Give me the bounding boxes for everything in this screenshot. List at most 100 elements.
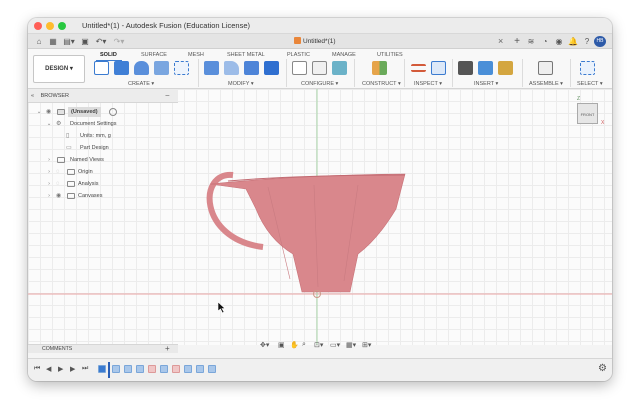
- measure-icon[interactable]: [411, 64, 426, 72]
- redo-icon[interactable]: ↷▾: [112, 36, 126, 47]
- visibility-eye-icon[interactable]: ◌: [56, 167, 64, 177]
- activate-radio-icon[interactable]: [109, 108, 117, 116]
- timeline-feature[interactable]: [208, 365, 216, 373]
- timeline-last-button[interactable]: ⏭: [82, 365, 88, 373]
- select-icon[interactable]: [580, 61, 595, 75]
- interference-icon[interactable]: [431, 61, 446, 75]
- tab-plastic[interactable]: PLASTIC: [287, 52, 310, 58]
- browser-collapse-button[interactable]: −: [165, 89, 170, 103]
- revolve-icon[interactable]: [134, 61, 149, 75]
- extrude-icon[interactable]: [114, 61, 129, 75]
- user-avatar[interactable]: HB: [594, 36, 606, 47]
- view-cube-front-face[interactable]: FRONT: [577, 103, 598, 124]
- fillet-icon[interactable]: [224, 61, 239, 75]
- timeline-next-button[interactable]: ▶: [70, 365, 75, 373]
- expand-arrow-icon[interactable]: ›: [46, 179, 52, 189]
- group-insert[interactable]: INSERT ▾: [474, 81, 498, 87]
- close-tab-icon[interactable]: ×: [498, 34, 503, 49]
- timeline-feature[interactable]: [136, 365, 144, 373]
- extensions-icon[interactable]: ≋: [526, 36, 536, 47]
- notifications-icon[interactable]: 🔔: [568, 36, 578, 47]
- timeline-settings-gear-icon[interactable]: ⚙: [598, 363, 607, 374]
- group-assemble[interactable]: ASSEMBLE ▾: [529, 81, 563, 87]
- collapse-arrow-icon[interactable]: ⌄: [36, 107, 42, 117]
- sweep-icon[interactable]: [154, 61, 169, 75]
- configure-theme-icon[interactable]: [332, 61, 347, 75]
- file-menu-icon[interactable]: ▤▾: [62, 36, 76, 47]
- tab-solid[interactable]: SOLID: [100, 52, 117, 58]
- minimize-window-button[interactable]: [46, 22, 54, 30]
- offset-plane-icon[interactable]: [372, 61, 387, 75]
- timeline-feature[interactable]: [184, 365, 192, 373]
- tab-sheet-metal[interactable]: SHEET METAL: [227, 52, 265, 58]
- help-icon[interactable]: ?: [582, 36, 592, 47]
- group-select[interactable]: SELECT ▾: [577, 81, 603, 87]
- timeline-feature[interactable]: [112, 365, 120, 373]
- browser-menu-icon[interactable]: «: [31, 93, 34, 99]
- timeline-previous-button[interactable]: ◀: [46, 365, 51, 373]
- timeline-feature[interactable]: [172, 365, 180, 373]
- viewports-icon[interactable]: ⊞▾: [362, 341, 371, 349]
- configure-table-icon[interactable]: [292, 61, 307, 75]
- save-icon[interactable]: ▣: [80, 36, 90, 47]
- units-icon: ▯: [66, 133, 70, 139]
- tab-manage[interactable]: MANAGE: [332, 52, 356, 58]
- job-status-icon[interactable]: ◔: [540, 36, 550, 47]
- group-inspect[interactable]: INSPECT ▾: [414, 81, 442, 87]
- add-comment-button[interactable]: +: [165, 344, 170, 353]
- group-configure[interactable]: CONFIGURE ▾: [301, 81, 338, 87]
- pan-icon[interactable]: ✋: [290, 341, 299, 349]
- grid-apps-icon[interactable]: ▦: [48, 36, 58, 47]
- timeline-feature[interactable]: [160, 365, 168, 373]
- timeline-feature[interactable]: [124, 365, 132, 373]
- comments-panel: COMMENTS +: [28, 344, 178, 353]
- timeline-feature[interactable]: [196, 365, 204, 373]
- zoom-window-button[interactable]: [58, 22, 66, 30]
- fit-icon[interactable]: ⊡▾: [314, 341, 323, 349]
- collapse-arrow-icon[interactable]: ⌄: [46, 119, 52, 129]
- insert-canvas-icon[interactable]: [478, 61, 493, 75]
- display-settings-icon[interactable]: ▭▾: [330, 341, 340, 349]
- combine-icon[interactable]: [264, 61, 279, 75]
- tab-surface[interactable]: SURFACE: [141, 52, 167, 58]
- new-component-icon[interactable]: [538, 61, 553, 75]
- title-bar: Untitled*(1) - Autodesk Fusion (Educatio…: [28, 18, 612, 34]
- press-pull-icon[interactable]: [204, 61, 219, 75]
- insert-mcmaster-icon[interactable]: [498, 61, 513, 75]
- orbit-icon[interactable]: ✥▾: [260, 341, 269, 349]
- timeline-feature[interactable]: [98, 365, 106, 373]
- document-tab[interactable]: Untitled*(1) ×: [258, 34, 508, 49]
- group-modify[interactable]: MODIFY ▾: [228, 81, 254, 87]
- close-window-button[interactable]: [34, 22, 42, 30]
- expand-arrow-icon[interactable]: ›: [46, 191, 52, 201]
- tab-utilities[interactable]: UTILITIES: [377, 52, 403, 58]
- group-create[interactable]: CREATE ▾: [128, 81, 154, 87]
- timeline-first-button[interactable]: ⏮: [34, 365, 40, 373]
- shell-icon[interactable]: [244, 61, 259, 75]
- create-sketch-icon[interactable]: [94, 61, 109, 75]
- workspace-switcher[interactable]: DESIGN ▾: [33, 55, 85, 83]
- configure-rules-icon[interactable]: [312, 61, 327, 75]
- zoom-icon[interactable]: ⌕: [302, 341, 306, 349]
- timeline-feature[interactable]: [148, 365, 156, 373]
- visibility-eye-icon[interactable]: ◉: [46, 107, 54, 117]
- group-construct[interactable]: CONSTRUCT ▾: [362, 81, 401, 87]
- undo-icon[interactable]: ↶▾: [94, 36, 108, 47]
- tree-item-label: Canvases: [78, 193, 103, 199]
- tab-mesh[interactable]: MESH: [188, 52, 204, 58]
- visibility-eye-icon[interactable]: ◌: [56, 179, 64, 189]
- online-status-icon[interactable]: ◉: [554, 36, 564, 47]
- browser-title: BROWSER: [40, 93, 70, 99]
- look-at-icon[interactable]: ▣: [278, 341, 285, 349]
- view-cube[interactable]: Z FRONT X: [577, 96, 604, 127]
- expand-arrow-icon[interactable]: ›: [46, 155, 52, 165]
- expand-arrow-icon[interactable]: ›: [46, 167, 52, 177]
- new-tab-button[interactable]: +: [512, 36, 522, 47]
- grid-settings-icon[interactable]: ▦▾: [346, 341, 356, 349]
- timeline-play-button[interactable]: ▶: [58, 365, 63, 373]
- visibility-eye-icon[interactable]: ◉: [56, 191, 64, 201]
- home-icon[interactable]: ⌂: [34, 36, 44, 47]
- timeline-marker[interactable]: [108, 362, 110, 378]
- insert-derive-icon[interactable]: [458, 61, 473, 75]
- pattern-icon[interactable]: [174, 61, 189, 75]
